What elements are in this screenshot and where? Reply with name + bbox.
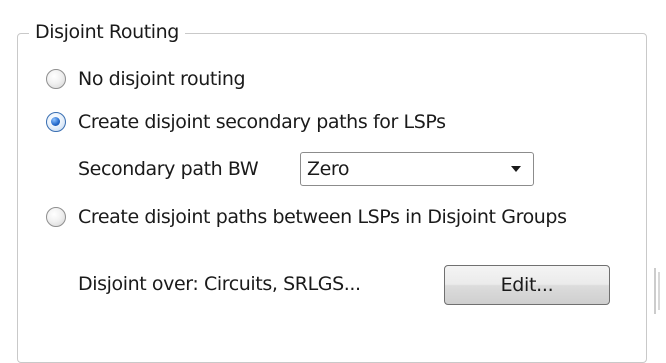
radio-no-disjoint-routing[interactable] [46, 69, 66, 89]
secondary-path-bw-value: Zero [307, 158, 350, 180]
side-watermark [654, 268, 660, 314]
radio-selected-dot [51, 117, 60, 126]
edit-button[interactable]: Edit... [444, 265, 610, 305]
secondary-path-bw-select[interactable]: Zero [300, 152, 534, 186]
radio-label-no-disjoint-routing[interactable]: No disjoint routing [78, 65, 246, 93]
disjoint-over-text: Disjoint over: Circuits, SRLGS... [78, 273, 361, 295]
radio-label-disjoint-secondary-paths[interactable]: Create disjoint secondary paths for LSPs [78, 108, 446, 136]
radio-label-disjoint-groups[interactable]: Create disjoint paths between LSPs in Di… [78, 203, 567, 231]
radio-disjoint-secondary-paths[interactable] [46, 112, 66, 132]
group-title: Disjoint Routing [29, 18, 185, 46]
chevron-down-icon [511, 166, 521, 172]
secondary-path-bw-label: Secondary path BW [78, 158, 259, 180]
radio-disjoint-groups[interactable] [46, 207, 66, 227]
